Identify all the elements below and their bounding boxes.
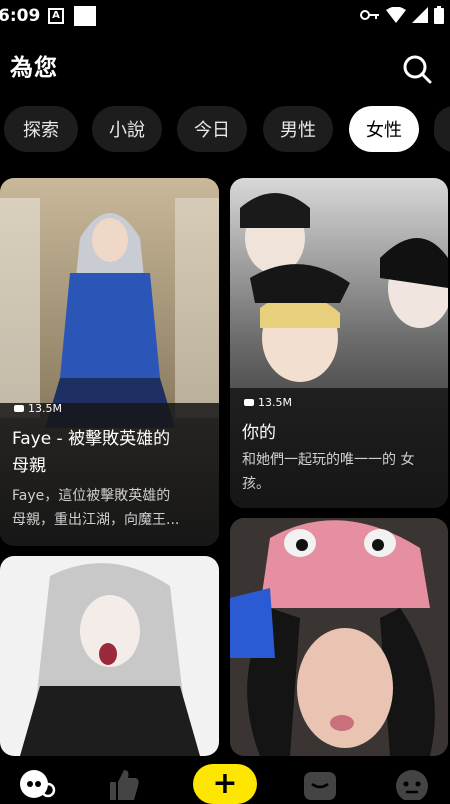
key-icon	[360, 10, 379, 20]
nav-discover[interactable]	[18, 768, 56, 804]
status-bar: 6:09 A	[0, 0, 450, 32]
nav-profile[interactable]	[394, 768, 430, 804]
tab-explore[interactable]: 探索	[4, 106, 78, 152]
view-count: 13.5M	[14, 402, 62, 415]
character-image	[0, 556, 219, 756]
card-title-line: Faye - 被擊敗英雄的	[12, 429, 171, 449]
card-description-line: 母親，重出江湖，向魔王...	[12, 512, 180, 528]
view-count: 13.5M	[244, 396, 292, 409]
nav-chat[interactable]	[300, 768, 340, 804]
profile-icon	[396, 770, 428, 802]
notification-icon: A	[48, 8, 64, 24]
character-card[interactable]	[0, 556, 219, 756]
nav-likes[interactable]	[106, 768, 140, 804]
page-title: 為您	[10, 55, 58, 81]
card-description: Faye，這位被擊敗英雄的 母親，重出江湖，向魔王...	[12, 484, 179, 532]
wifi-icon	[386, 7, 406, 23]
tab-more[interactable]	[434, 106, 450, 152]
chat-icon	[304, 772, 336, 800]
character-card[interactable]	[230, 518, 448, 756]
character-image	[230, 518, 448, 756]
search-icon	[403, 55, 432, 84]
card-description-line: 孩。	[242, 476, 270, 492]
discover-icon	[20, 770, 56, 798]
tab-female[interactable]: 女性	[349, 106, 419, 152]
signal-icon	[412, 7, 428, 23]
character-card[interactable]: 13.5M Faye - 被擊敗英雄的 母親 Faye，這位被擊敗英雄的 母親，…	[0, 178, 219, 546]
card-description-line: Faye，這位被擊敗英雄的	[12, 488, 171, 504]
card-description: 和她們一起玩的唯一一的 女 孩。	[242, 448, 414, 496]
battery-icon	[434, 6, 444, 24]
view-count-label: 13.5M	[28, 402, 62, 415]
card-title: Faye - 被擊敗英雄的 母親	[12, 426, 170, 480]
category-tabs: 探索 小說 今日 男性 女性	[0, 106, 450, 152]
search-button[interactable]	[400, 52, 434, 86]
status-time: 6:09	[0, 6, 41, 26]
create-button[interactable]: +	[193, 764, 257, 804]
thumbs-up-icon	[110, 770, 139, 800]
card-description-line: 和她們一起玩的唯一一的 女	[242, 452, 415, 468]
notification-square-icon	[74, 6, 96, 26]
tab-novels[interactable]: 小說	[92, 106, 162, 152]
video-icon	[14, 405, 24, 412]
status-icons	[360, 6, 444, 24]
character-card[interactable]: 13.5M 你的 和她們一起玩的唯一一的 女 孩。	[230, 178, 448, 508]
card-title-line: 母親	[12, 456, 46, 476]
video-icon	[244, 399, 254, 406]
tab-male[interactable]: 男性	[263, 106, 333, 152]
tab-today[interactable]: 今日	[177, 106, 247, 152]
card-title: 你的	[242, 423, 276, 443]
view-count-label: 13.5M	[258, 396, 292, 409]
